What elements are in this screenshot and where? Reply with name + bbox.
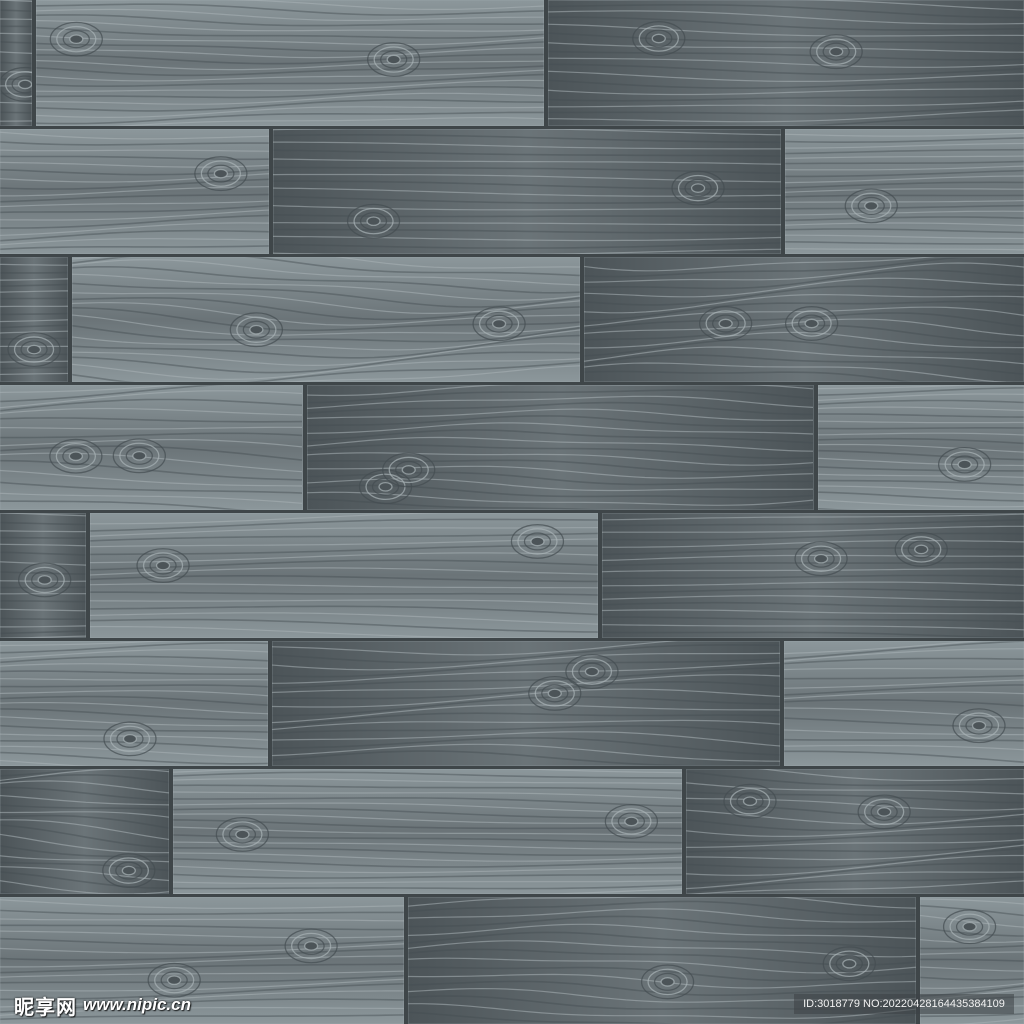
nipic-logo-watermark: 昵享网 www.nipic.cn — [14, 990, 191, 1020]
wood-plank — [173, 769, 682, 894]
wood-plank — [272, 641, 780, 766]
wood-plank — [0, 513, 86, 638]
wood-plank — [0, 641, 268, 766]
wood-plank — [72, 257, 580, 382]
wood-plank — [785, 129, 1024, 254]
wood-plank — [784, 641, 1024, 766]
wood-plank — [273, 129, 781, 254]
watermark-site: www.nipic.cn — [83, 995, 191, 1014]
wood-plank — [602, 513, 1024, 638]
wood-plank — [307, 385, 814, 510]
wood-plank — [0, 769, 169, 894]
wood-plank — [0, 129, 269, 254]
wood-plank — [0, 385, 303, 510]
wood-plank — [90, 513, 598, 638]
wood-plank — [0, 257, 68, 382]
wood-plank — [36, 0, 544, 126]
wood-plank — [548, 0, 1024, 126]
wood-plank — [818, 385, 1024, 510]
watermark-id-label: ID:3018779 NO:20220428164435384109 — [794, 994, 1014, 1014]
wood-plank — [584, 257, 1024, 382]
wood-plank — [686, 769, 1024, 894]
wood-plank-texture — [0, 0, 1024, 1024]
watermark-brand: 昵享网 — [14, 994, 77, 1019]
